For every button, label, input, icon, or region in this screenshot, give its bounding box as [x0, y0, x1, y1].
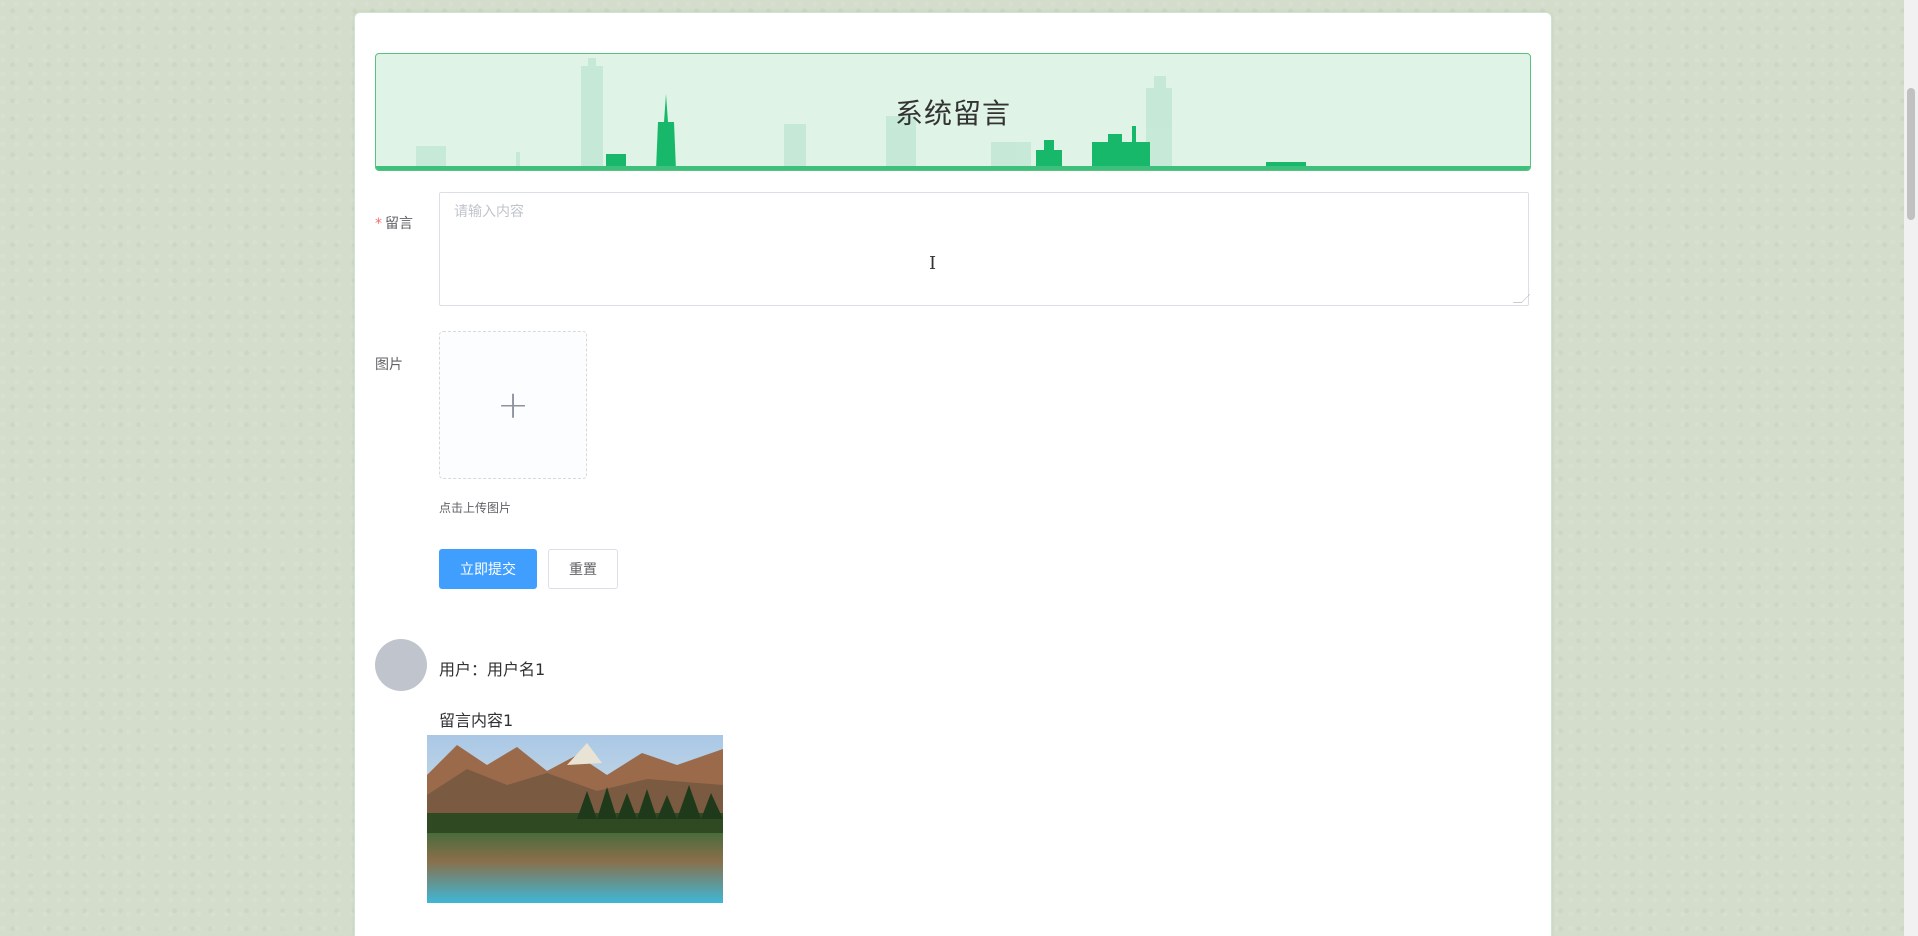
upload-tip: 点击上传图片 — [439, 501, 512, 515]
message-user: 用户：用户名1 — [439, 660, 546, 679]
image-uploader[interactable]: + — [439, 331, 587, 479]
landscape-photo — [427, 735, 723, 903]
message-label-text: 留言 — [385, 216, 413, 232]
required-mark: * — [375, 216, 382, 232]
message-textarea[interactable]: 请输入内容 — [439, 192, 1531, 306]
message-image[interactable] — [427, 735, 723, 903]
page-scrollbar[interactable] — [1904, 0, 1918, 936]
page-banner: 系统留言 — [375, 53, 1531, 171]
message-placeholder: 请输入内容 — [454, 204, 524, 220]
image-field-label: 图片 — [375, 357, 403, 373]
resize-handle[interactable] — [1512, 294, 1531, 303]
message-field-label: * 留言 — [375, 213, 413, 233]
plus-icon: + — [497, 383, 529, 427]
page-title: 系统留言 — [894, 97, 1011, 130]
scrollbar-thumb[interactable] — [1907, 88, 1915, 220]
message-content: 留言内容1 — [439, 711, 514, 730]
message-board-card: 系统留言 * 留言 请输入内容 I 图片 + 点击上传图片 立即提交 重置 用户：… — [354, 12, 1552, 936]
reset-button[interactable]: 重置 — [548, 549, 618, 589]
text-cursor-icon: I — [929, 253, 937, 274]
submit-button[interactable]: 立即提交 — [439, 549, 537, 589]
avatar — [375, 639, 427, 691]
